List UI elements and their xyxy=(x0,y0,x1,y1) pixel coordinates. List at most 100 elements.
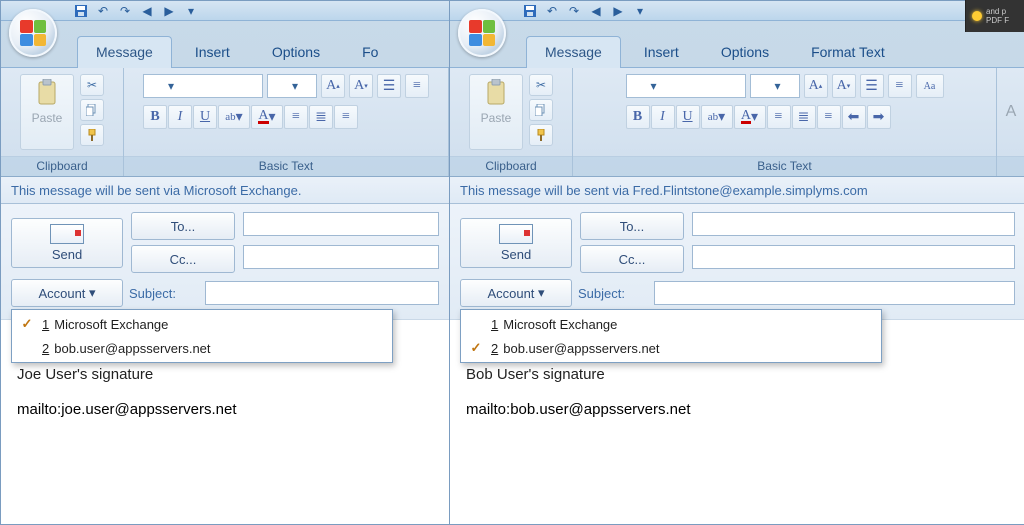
tab-insert[interactable]: Insert xyxy=(176,36,249,68)
format-painter-button[interactable] xyxy=(529,124,553,146)
ribbon-tabs: Message Insert Options Fo xyxy=(1,21,449,68)
grow-font-button[interactable]: A▴ xyxy=(321,74,345,98)
next-icon[interactable]: ▶ xyxy=(610,3,626,19)
highlight-button[interactable]: ab▾ xyxy=(218,105,250,129)
font-name-combo[interactable]: ▾ xyxy=(626,74,746,98)
cc-input[interactable] xyxy=(692,245,1015,269)
paste-label: Paste xyxy=(32,111,63,125)
account-button[interactable]: Account ▾ xyxy=(460,279,572,307)
account-row: Account ▾ Subject: 1Microsoft Exchange 2… xyxy=(11,279,439,307)
align-left-button[interactable]: ≡ xyxy=(284,105,308,129)
paste-button[interactable]: Paste xyxy=(20,74,74,150)
format-painter-button[interactable] xyxy=(80,124,104,146)
account-dropdown: 1Microsoft Exchange 2bob.user@appsserver… xyxy=(11,309,393,363)
align-right-button[interactable]: ≡ xyxy=(334,105,358,129)
undo-icon[interactable]: ↶ xyxy=(95,3,111,19)
group-label-clipboard: Clipboard xyxy=(1,156,123,176)
qat-dropdown-icon[interactable]: ▾ xyxy=(632,3,648,19)
shrink-font-button[interactable]: A▾ xyxy=(832,74,856,98)
align-right-button[interactable]: ≡ xyxy=(817,105,841,129)
qat-dropdown-icon[interactable]: ▾ xyxy=(183,3,199,19)
tab-options[interactable]: Options xyxy=(702,36,788,68)
cut-button[interactable]: ✂ xyxy=(80,74,104,96)
group-basic-text: ▾ ▾ A▴ A▾ ☰ ≡ B I U ab▾ A▾ ≡ ≣ xyxy=(124,68,449,176)
paste-button[interactable]: Paste xyxy=(469,74,523,150)
tab-message[interactable]: Message xyxy=(77,36,172,68)
to-input[interactable] xyxy=(692,212,1015,236)
outlook-window-right: ↶ ↷ ◀ ▶ ▾ Message Insert Options Format … xyxy=(450,0,1024,525)
ribbon-tabs: Message Insert Options Format Text xyxy=(450,21,1024,68)
account-option-1[interactable]: 1Microsoft Exchange xyxy=(461,312,881,336)
send-button[interactable]: Send xyxy=(11,218,123,268)
next-icon[interactable]: ▶ xyxy=(161,3,177,19)
signature-line: Joe User's signature xyxy=(17,366,433,383)
copy-button[interactable] xyxy=(529,99,553,121)
undo-icon[interactable]: ↶ xyxy=(544,3,560,19)
account-option-2[interactable]: 2bob.user@appsservers.net xyxy=(12,336,392,360)
tab-options[interactable]: Options xyxy=(253,36,339,68)
underline-button[interactable]: U xyxy=(676,105,700,129)
align-left-button[interactable]: ≡ xyxy=(767,105,791,129)
redo-icon[interactable]: ↷ xyxy=(566,3,582,19)
clear-format-button[interactable]: Aa xyxy=(916,74,944,98)
prev-icon[interactable]: ◀ xyxy=(588,3,604,19)
font-size-combo[interactable]: ▾ xyxy=(750,74,800,98)
office-button[interactable] xyxy=(458,9,506,57)
font-color-button[interactable]: A▾ xyxy=(734,105,766,129)
info-bar: This message will be sent via Microsoft … xyxy=(1,177,449,204)
chevron-down-icon: ▾ xyxy=(775,79,781,93)
save-icon[interactable] xyxy=(73,3,89,19)
account-option-1[interactable]: 1Microsoft Exchange xyxy=(12,312,392,336)
underline-button[interactable]: U xyxy=(193,105,217,129)
cc-button[interactable]: Cc... xyxy=(131,245,235,273)
redo-icon[interactable]: ↷ xyxy=(117,3,133,19)
numbering-button[interactable]: ≡ xyxy=(888,74,912,98)
align-center-button[interactable]: ≣ xyxy=(309,105,333,129)
bold-button[interactable]: B xyxy=(143,105,167,129)
font-size-combo[interactable]: ▾ xyxy=(267,74,317,98)
indent-inc-button[interactable]: ➡ xyxy=(867,105,891,129)
group-clipboard: Paste ✂ Clipboard xyxy=(1,68,124,176)
grow-font-button[interactable]: A▴ xyxy=(804,74,828,98)
subject-input[interactable] xyxy=(654,281,1015,305)
to-button[interactable]: To... xyxy=(580,212,684,240)
office-button[interactable] xyxy=(9,9,57,57)
prev-icon[interactable]: ◀ xyxy=(139,3,155,19)
paste-icon xyxy=(34,79,60,109)
account-button[interactable]: Account ▾ xyxy=(11,279,123,307)
subject-label: Subject: xyxy=(578,286,648,301)
tab-insert[interactable]: Insert xyxy=(625,36,698,68)
cc-button[interactable]: Cc... xyxy=(580,245,684,273)
indent-dec-button[interactable]: ⬅ xyxy=(842,105,866,129)
subject-input[interactable] xyxy=(205,281,439,305)
send-button[interactable]: Send xyxy=(460,218,572,268)
tab-message[interactable]: Message xyxy=(526,36,621,68)
envelope-icon xyxy=(50,224,84,244)
shrink-font-button[interactable]: A▾ xyxy=(349,74,373,98)
account-option-2[interactable]: 2bob.user@appsservers.net xyxy=(461,336,881,360)
cc-input[interactable] xyxy=(243,245,439,269)
italic-button[interactable]: I xyxy=(168,105,192,129)
message-header: Send To... Cc... Account ▾ Subject: 1Mic… xyxy=(1,204,449,320)
envelope-icon xyxy=(499,224,533,244)
to-input[interactable] xyxy=(243,212,439,236)
align-center-button[interactable]: ≣ xyxy=(792,105,816,129)
tab-format-text[interactable]: Fo xyxy=(343,36,397,68)
message-header: Send To... Cc... Account ▾ Subject: 1Mic… xyxy=(450,204,1024,320)
cut-button[interactable]: ✂ xyxy=(529,74,553,96)
corner-tooltip: and pPDF F xyxy=(965,0,1024,32)
mailto-line: mailto:bob.user@appsservers.net xyxy=(466,401,1009,418)
to-button[interactable]: To... xyxy=(131,212,235,240)
font-name-combo[interactable]: ▾ xyxy=(143,74,263,98)
highlight-button[interactable]: ab▾ xyxy=(701,105,733,129)
tab-format-text[interactable]: Format Text xyxy=(792,36,904,68)
scissors-icon: ✂ xyxy=(87,78,97,92)
save-icon[interactable] xyxy=(522,3,538,19)
bold-button[interactable]: B xyxy=(626,105,650,129)
copy-button[interactable] xyxy=(80,99,104,121)
bullets-button[interactable]: ☰ xyxy=(377,74,401,98)
italic-button[interactable]: I xyxy=(651,105,675,129)
numbering-button[interactable]: ≡ xyxy=(405,74,429,98)
bullets-button[interactable]: ☰ xyxy=(860,74,884,98)
font-color-button[interactable]: A▾ xyxy=(251,105,283,129)
